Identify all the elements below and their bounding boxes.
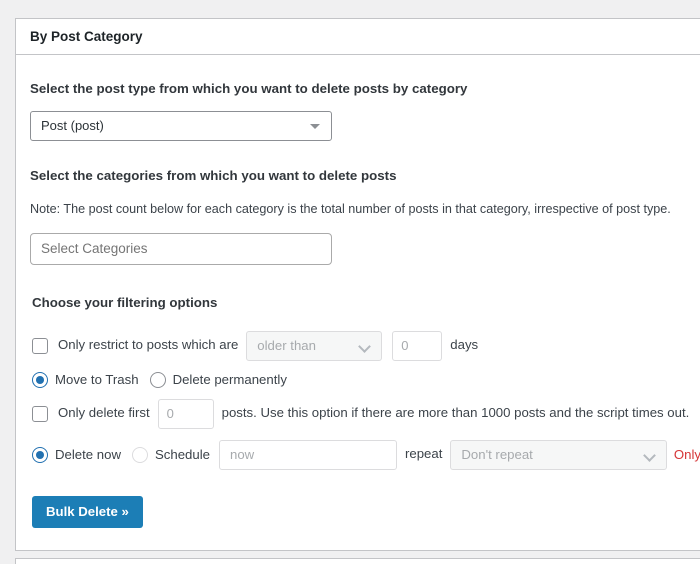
restrict-operator-value: older than bbox=[257, 337, 316, 353]
panel-header: By Post Category bbox=[16, 19, 700, 55]
repeat-label: repeat bbox=[404, 446, 443, 462]
bulk-delete-button[interactable]: Bulk Delete » bbox=[32, 495, 143, 528]
pro-only-note: Only bbox=[673, 447, 700, 463]
limit-checkbox[interactable] bbox=[32, 405, 48, 422]
filtering-options-title: Choose your filtering options bbox=[32, 294, 218, 310]
move-to-trash-radio[interactable] bbox=[32, 371, 48, 388]
delete-now-radio[interactable] bbox=[32, 446, 48, 463]
restrict-label: Only restrict to posts which are bbox=[58, 337, 239, 353]
restrict-operator-select[interactable]: older than bbox=[246, 330, 383, 361]
schedule-row: Delete now Schedule repeat Don't repeat … bbox=[32, 439, 700, 470]
repeat-selected-value: Don't repeat bbox=[461, 446, 533, 462]
select-categories-input[interactable] bbox=[30, 232, 332, 265]
chevron-down-icon bbox=[645, 451, 654, 460]
categories-note: Note: The post count below for each cate… bbox=[30, 201, 671, 216]
move-to-trash-label: Move to Trash bbox=[55, 372, 139, 388]
triangle-down-icon bbox=[310, 123, 320, 129]
restrict-row: Only restrict to posts which are older t… bbox=[32, 330, 700, 361]
by-post-category-panel: By Post Category Select the post type fr… bbox=[15, 18, 700, 551]
repeat-select[interactable]: Don't repeat bbox=[450, 439, 667, 470]
delete-permanently-label: Delete permanently bbox=[172, 372, 287, 388]
post-type-selected-value: Post (post) bbox=[41, 117, 104, 133]
restrict-days-unit: days bbox=[450, 337, 479, 353]
delete-mode-row: Move to Trash Delete permanently bbox=[32, 371, 700, 388]
page-background: By Post Category Select the post type fr… bbox=[0, 0, 700, 564]
next-panel-partial bbox=[15, 558, 700, 564]
post-type-label: Select the post type from which you want… bbox=[30, 81, 468, 96]
chevron-down-icon bbox=[360, 342, 369, 351]
delete-permanently-radio[interactable] bbox=[149, 371, 166, 388]
delete-now-label: Delete now bbox=[55, 447, 121, 463]
restrict-days-input[interactable] bbox=[392, 330, 443, 361]
restrict-checkbox[interactable] bbox=[32, 337, 48, 354]
schedule-label: Schedule bbox=[154, 447, 210, 463]
limit-label-before: Only delete first bbox=[58, 405, 150, 421]
panel-body: Select the post type from which you want… bbox=[16, 55, 700, 550]
schedule-radio[interactable] bbox=[131, 446, 148, 463]
panel-title: By Post Category bbox=[30, 28, 143, 44]
limit-label-after: posts. Use this option if there are more… bbox=[221, 405, 690, 421]
categories-label: Select the categories from which you wan… bbox=[30, 167, 397, 183]
post-type-select[interactable]: Post (post) bbox=[30, 110, 332, 141]
limit-count-input[interactable] bbox=[157, 398, 214, 429]
limit-row: Only delete first posts. Use this option… bbox=[32, 398, 700, 429]
schedule-datetime-input[interactable] bbox=[218, 439, 397, 470]
